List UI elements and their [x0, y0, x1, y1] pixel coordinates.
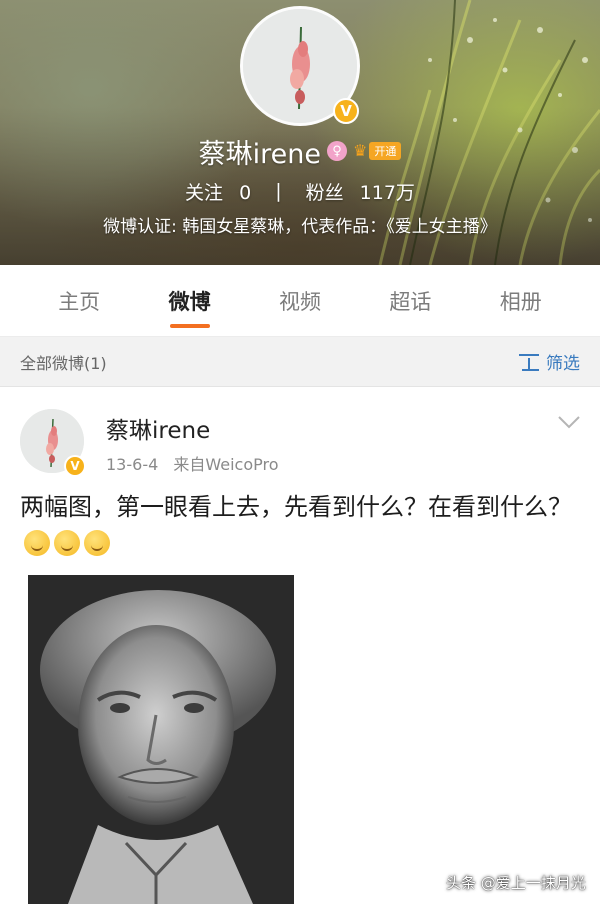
- tab-album[interactable]: 相册: [476, 286, 566, 316]
- post-meta: 13-6-4 来自WeicoPro: [106, 451, 279, 475]
- followers-label: 粉丝: [305, 181, 344, 204]
- chevron-down-icon[interactable]: [556, 413, 582, 431]
- profile-name-row: 蔡琳irene ♀ ♛ 开通: [0, 134, 600, 170]
- profile-name: 蔡琳irene: [198, 138, 321, 170]
- vip-open-label: 开通: [369, 142, 402, 160]
- thinking-emoji-icon: [84, 530, 110, 556]
- thinking-emoji-icon: [54, 530, 80, 556]
- watermark: 头条 @爱上一抹月光: [446, 874, 586, 892]
- post-verified-badge-icon: V: [64, 455, 86, 477]
- profile-tabs: 主页 微博 视频 超话 相册: [0, 265, 600, 337]
- filter-label: 筛选: [546, 354, 580, 374]
- profile-stats: 关注 0 | 粉丝 117万: [0, 176, 600, 206]
- vip-badge[interactable]: ♛ 开通: [353, 141, 402, 160]
- female-gender-icon: ♀: [327, 141, 347, 161]
- illusion-portrait-image: [28, 575, 294, 904]
- all-posts-count: 全部微博(1): [20, 353, 107, 373]
- thinking-emoji-icon: [24, 530, 50, 556]
- tab-video[interactable]: 视频: [255, 286, 345, 316]
- following-stat[interactable]: 关注 0: [185, 178, 251, 205]
- tab-home[interactable]: 主页: [34, 286, 124, 316]
- tab-super-topic-label: 超话: [389, 289, 432, 314]
- verification-text: 微博认证: 韩国女星蔡琳，代表作品：《爱上女主播》: [103, 217, 497, 237]
- tab-home-label: 主页: [58, 289, 101, 314]
- tab-super-topic[interactable]: 超话: [365, 286, 455, 316]
- post-image[interactable]: [28, 575, 294, 904]
- crown-icon: ♛: [353, 141, 368, 160]
- filter-bar: 全部微博(1) 筛选: [0, 337, 600, 387]
- filter-button[interactable]: 筛选: [518, 349, 580, 374]
- following-label: 关注: [185, 181, 224, 204]
- filter-icon: [519, 353, 539, 371]
- weibo-post: V 蔡琳irene 13-6-4 来自WeicoPro 两幅图，第一眼看上去，先…: [0, 395, 600, 904]
- post-source[interactable]: 来自WeicoPro: [173, 455, 278, 474]
- post-date: 13-6-4: [106, 455, 159, 474]
- followers-count: 117万: [359, 181, 415, 204]
- tab-weibo[interactable]: 微博: [145, 286, 235, 328]
- post-text: 两幅图，第一眼看上去，先看到什么？在看到什么？: [20, 493, 572, 521]
- post-author-name[interactable]: 蔡琳irene: [106, 411, 210, 445]
- tab-album-label: 相册: [499, 289, 542, 314]
- tab-weibo-label: 微博: [168, 289, 211, 314]
- following-count: 0: [239, 181, 252, 204]
- stats-divider: |: [275, 180, 282, 202]
- post-body: 两幅图，第一眼看上去，先看到什么？在看到什么？: [20, 489, 580, 563]
- active-tab-indicator: [169, 323, 210, 328]
- verified-badge-icon: V: [333, 98, 359, 124]
- followers-stat[interactable]: 粉丝 117万: [306, 178, 415, 205]
- tab-video-label: 视频: [278, 289, 321, 314]
